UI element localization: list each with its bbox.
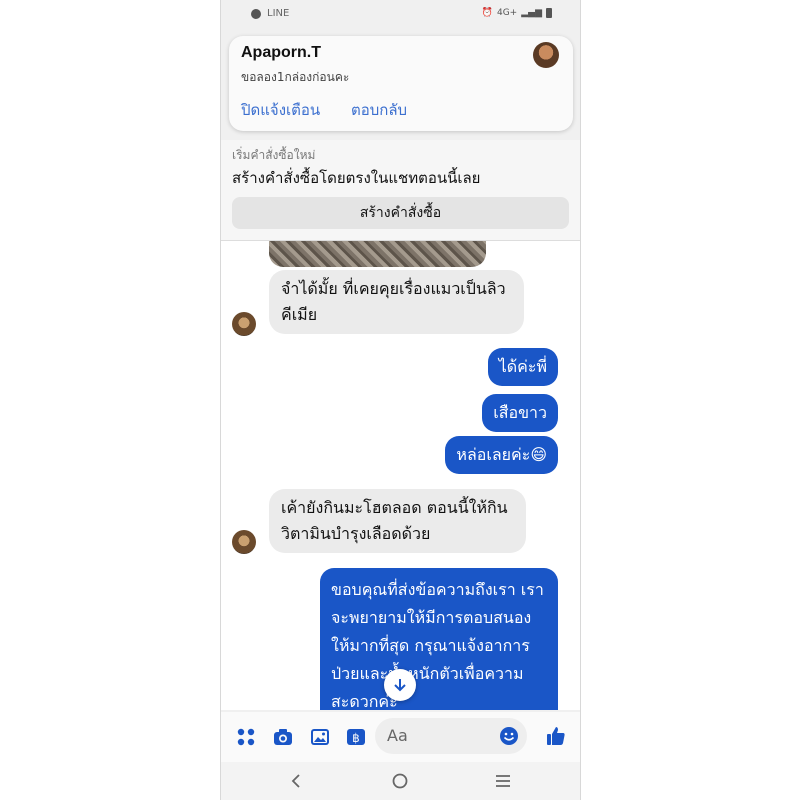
network-label: 4G+ <box>496 8 518 18</box>
message-incoming[interactable]: จำได้มั้ย ที่เคยคุยเรื่องแมวเป็นลิวคีเมี… <box>269 270 524 334</box>
image-message[interactable] <box>269 241 486 267</box>
notification-message: ขอลอง1กล่องก่อนคะ <box>241 70 350 84</box>
order-banner-subtitle: เริ่มคำสั่งซื้อใหม่ <box>232 148 316 162</box>
gallery-icon[interactable] <box>309 726 331 748</box>
home-icon[interactable] <box>392 773 408 789</box>
notification-card[interactable]: Apaporn.T ขอลอง1กล่องก่อนคะ ปิดแจ้งเตือน… <box>229 36 573 131</box>
battery-icon <box>546 8 552 18</box>
message-incoming[interactable]: เค้ายังกินมะโฮตลอด ตอนนี้ให้กินวิตามินบำ… <box>269 489 526 553</box>
system-nav-bar <box>221 762 580 800</box>
message-outgoing[interactable]: หล่อเลยค่ะ😄 <box>445 436 558 474</box>
scroll-to-bottom-button[interactable] <box>384 669 416 701</box>
contact-avatar <box>232 530 256 554</box>
phone-screen: LINE ⏰ 4G+ ▂▄▆ Apaporn.T ขอลอง1กล่องก่อน… <box>220 0 581 800</box>
svg-text:฿: ฿ <box>352 731 360 745</box>
camera-icon[interactable] <box>272 726 294 748</box>
auto-reply-message[interactable]: ขอบคุณที่ส่งข้อความถึงเรา เราจะพยายามให้… <box>320 568 558 710</box>
message-outgoing[interactable]: ได้ค่ะพี่ <box>487 348 558 386</box>
back-icon[interactable] <box>289 773 303 789</box>
wallet-icon[interactable]: ฿ <box>345 726 367 748</box>
alarm-icon: ⏰ <box>481 8 493 18</box>
signal-icon: ▂▄▆ <box>521 8 542 18</box>
message-input-placeholder: Aa <box>387 726 408 745</box>
line-app-icon <box>251 8 261 19</box>
status-app-name: LINE <box>267 8 290 19</box>
message-input[interactable]: Aa <box>375 718 527 754</box>
recents-icon[interactable] <box>495 774 511 788</box>
order-banner: เริ่มคำสั่งซื้อใหม่ สร้างคำสั่งซื้อโดยตร… <box>221 140 580 241</box>
arrow-down-icon <box>394 679 406 692</box>
sender-avatar <box>533 42 559 68</box>
create-order-button[interactable]: สร้างคำสั่งซื้อ <box>232 197 569 229</box>
order-banner-title: สร้างคำสั่งซื้อโดยตรงในแชทตอนนี้เลย <box>232 169 481 187</box>
like-icon[interactable] <box>545 725 567 747</box>
status-bar: LINE ⏰ 4G+ ▂▄▆ <box>221 0 580 30</box>
menu-dots-icon[interactable] <box>235 726 257 748</box>
notification-sender: Apaporn.T <box>241 44 321 61</box>
emoji-icon[interactable] <box>499 726 519 746</box>
chat-thread[interactable]: จำได้มั้ย ที่เคยคุยเรื่องแมวเป็นลิวคีเมี… <box>221 241 580 710</box>
dismiss-notification-button[interactable]: ปิดแจ้งเตือน <box>241 98 320 122</box>
message-outgoing[interactable]: เสือขาว <box>482 394 558 432</box>
message-composer: ฿ Aa <box>221 712 580 762</box>
reply-button[interactable]: ตอบกลับ <box>351 98 407 122</box>
contact-avatar <box>232 312 256 336</box>
